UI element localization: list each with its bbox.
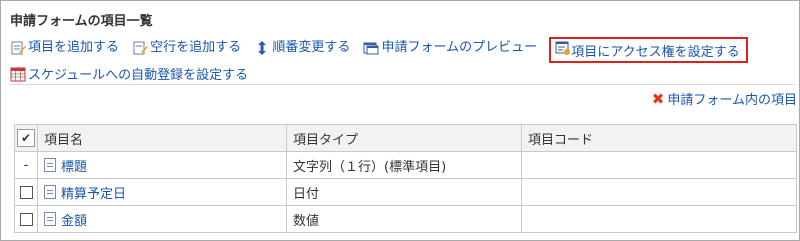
remove-items-link[interactable]: ✖ 申請フォーム内の項目 xyxy=(651,89,797,109)
item-name-cell: 金額 xyxy=(37,205,287,233)
table-row: - 標題 文字列（１行）(標準項目) xyxy=(14,151,797,179)
item-code-cell xyxy=(521,178,797,206)
section-title: 申請フォームの項目一覧 xyxy=(10,14,153,29)
item-name-link[interactable]: 金額 xyxy=(61,214,87,229)
up-down-arrow-icon xyxy=(254,40,270,56)
item-type-cell: 文字列（１行）(標準項目) xyxy=(286,151,522,179)
reorder-link[interactable]: 順番変更する xyxy=(254,39,350,57)
row-checkbox[interactable] xyxy=(19,185,33,199)
header-item-code: 項目コード xyxy=(521,124,797,152)
item-code-cell xyxy=(521,151,797,179)
divider xyxy=(10,84,795,85)
item-type-cell: 数値 xyxy=(286,205,522,233)
add-item-label: 項目を追加する xyxy=(28,40,120,55)
header-select-all[interactable]: ✔ xyxy=(14,124,38,152)
access-settings-icon xyxy=(555,40,571,60)
row-checkbox-cell[interactable] xyxy=(14,178,38,206)
row-checkbox[interactable] xyxy=(19,212,33,226)
row-select-dash: - xyxy=(14,151,38,179)
table-row: 金額 数値 xyxy=(14,205,797,233)
item-name-link[interactable]: 精算予定日 xyxy=(61,187,126,202)
calendar-icon xyxy=(10,66,26,82)
header-item-name: 項目名 xyxy=(37,124,287,152)
item-code-cell xyxy=(521,205,797,233)
items-table: ✔ 項目名 項目タイプ 項目コード - 標題 文字列（１行）(標準項目) 精算予… xyxy=(14,124,797,233)
add-blank-row-link[interactable]: 空行を追加する xyxy=(132,39,241,57)
action-toolbar: 項目を追加する 空行を追加する 順番変更する 申請フォームのプレビュー 項目にア… xyxy=(10,37,795,85)
document-icon xyxy=(44,212,56,226)
remove-x-icon: ✖ xyxy=(651,89,665,108)
auto-schedule-label: スケジュールへの自動登録を設定する xyxy=(28,68,249,83)
reorder-label: 順番変更する xyxy=(272,40,351,55)
preview-link[interactable]: 申請フォームのプレビュー xyxy=(363,39,537,57)
table-row: 精算予定日 日付 xyxy=(14,178,797,206)
add-blank-row-label: 空行を追加する xyxy=(150,40,242,55)
preview-label: 申請フォームのプレビュー xyxy=(381,40,538,55)
document-icon xyxy=(44,185,56,199)
item-type-cell: 日付 xyxy=(286,178,522,206)
add-item-link[interactable]: 項目を追加する xyxy=(10,39,119,57)
item-name-cell: 精算予定日 xyxy=(37,178,287,206)
item-name-cell: 標題 xyxy=(37,151,287,179)
item-name-link[interactable]: 標題 xyxy=(61,160,87,175)
form-items-panel: 申請フォームの項目一覧 項目を追加する 空行を追加する 順番変更する 申請フォー… xyxy=(0,0,800,241)
row-checkbox-cell[interactable] xyxy=(14,205,38,233)
add-blank-row-icon xyxy=(132,40,149,56)
select-all-checkbox[interactable]: ✔ xyxy=(17,129,35,147)
auto-schedule-link[interactable]: スケジュールへの自動登録を設定する xyxy=(10,66,786,85)
document-icon xyxy=(44,158,56,172)
header-item-type: 項目タイプ xyxy=(286,124,522,152)
add-item-icon xyxy=(10,40,26,56)
preview-window-icon xyxy=(363,40,379,56)
set-access-link[interactable]: 項目にアクセス権を設定する xyxy=(549,37,748,63)
table-header-row: ✔ 項目名 項目タイプ 項目コード xyxy=(14,124,797,152)
set-access-label: 項目にアクセス権を設定する xyxy=(571,44,740,60)
remove-items-label: 申請フォーム内の項目 xyxy=(667,93,797,108)
